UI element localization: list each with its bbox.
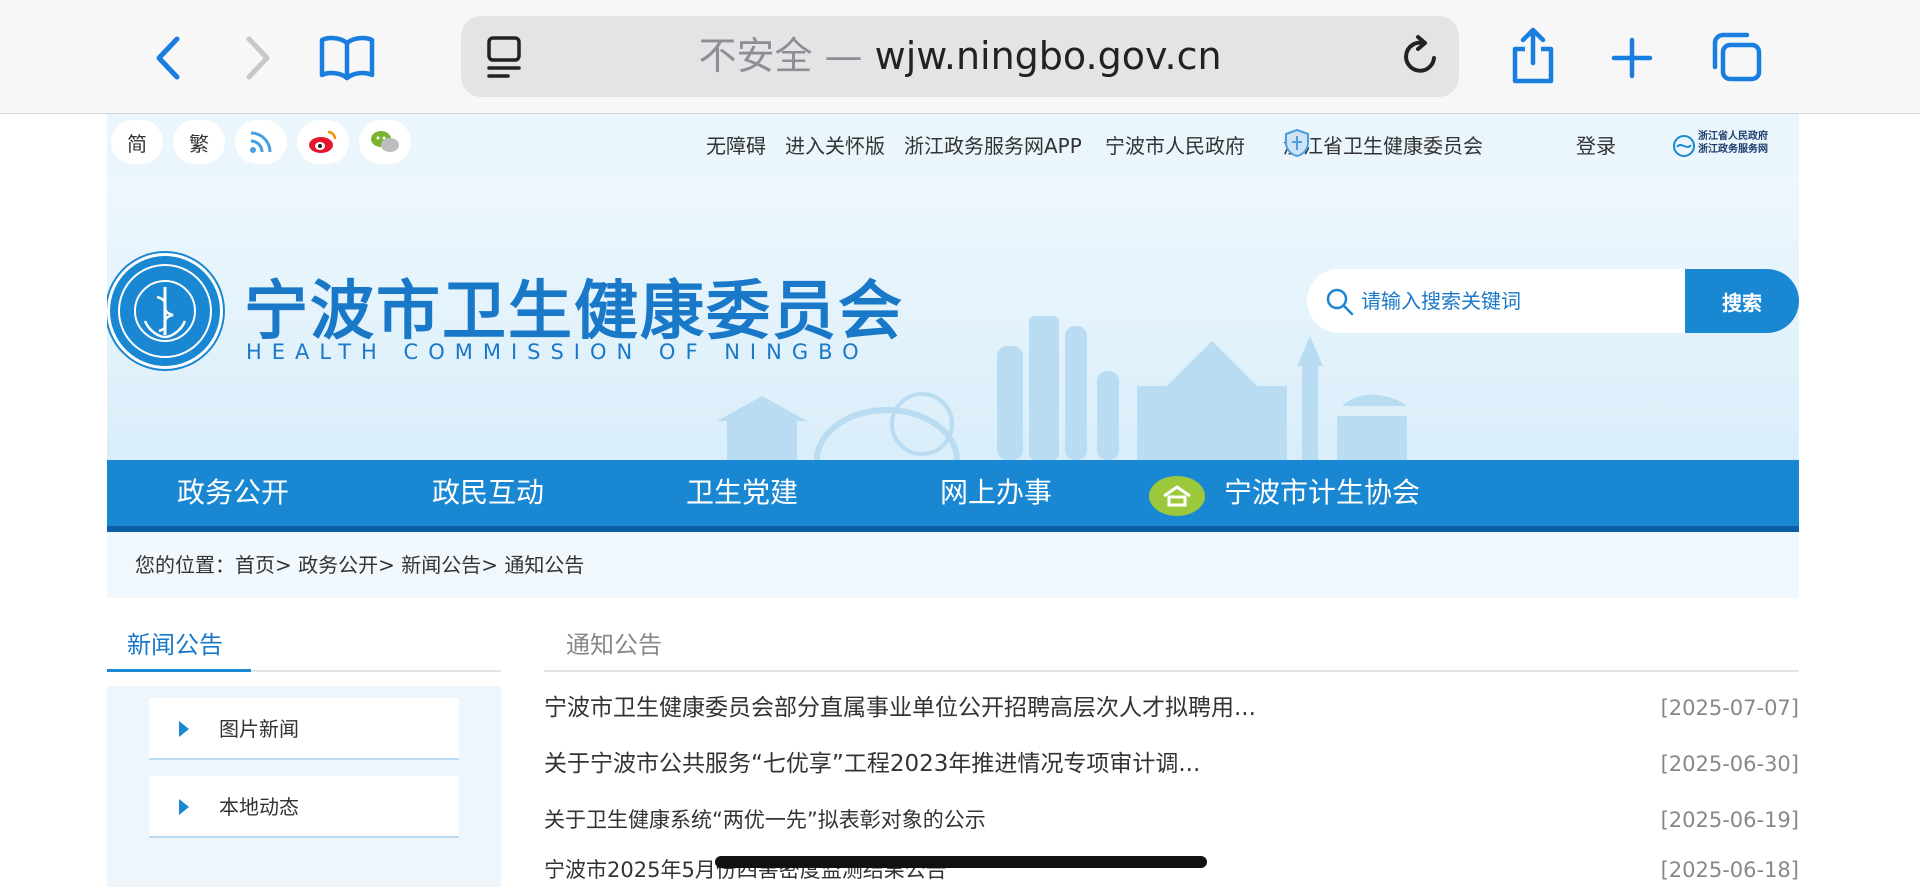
elder-care-mode-link[interactable]: 进入关怀版 bbox=[785, 130, 885, 159]
search-button[interactable]: 搜索 bbox=[1685, 269, 1799, 333]
tabs-overview-icon[interactable] bbox=[1708, 30, 1764, 84]
list-item-date: [2025-07-07] bbox=[1660, 696, 1799, 720]
simplified-chinese-button[interactable]: 简 bbox=[111, 120, 163, 164]
search-input[interactable] bbox=[1361, 281, 1671, 321]
sidebar-item-label: 本地动态 bbox=[219, 795, 299, 819]
health-commission-emblem-icon bbox=[107, 253, 223, 369]
list-item-date: [2025-06-18] bbox=[1660, 858, 1799, 882]
address-url: 不安全 — wjw.ningbo.gov.cn bbox=[461, 16, 1459, 97]
content-header: 通知公告 bbox=[544, 622, 1799, 672]
accessibility-link[interactable]: 无障碍 bbox=[706, 130, 766, 159]
list-item-title[interactable]: 宁波市卫生健康委员会部分直属事业单位公开招聘高层次人才拟聘用... bbox=[544, 688, 1256, 728]
search-box bbox=[1307, 269, 1685, 333]
list-item[interactable]: 关于宁波市公共服务“七优享”工程2023年推进情况专项审计调... [2025-… bbox=[544, 744, 1799, 784]
nav-item-family-planning-association[interactable]: 宁波市计生协会 bbox=[1224, 460, 1420, 526]
zj-gov-logo-line2: 浙江政务服务网 bbox=[1698, 144, 1768, 155]
site-title: 宁波市卫生健康委员会 bbox=[244, 275, 904, 349]
sidebar-item-local-news[interactable]: 本地动态 bbox=[149, 776, 459, 838]
nav-item-online-services[interactable]: 网上办事 bbox=[940, 460, 1052, 526]
nav-item-government-affairs[interactable]: 政务公开 bbox=[177, 460, 289, 526]
content-title: 通知公告 bbox=[566, 631, 662, 659]
rss-icon[interactable] bbox=[235, 120, 287, 164]
zj-health-commission-link[interactable]: 浙江省卫生健康委员会 bbox=[1283, 130, 1483, 159]
home-indicator[interactable] bbox=[715, 856, 1207, 868]
triangle-right-icon bbox=[179, 721, 189, 737]
zj-gov-service-logo[interactable]: 浙江省人民政府 浙江政务服务网 bbox=[1672, 130, 1772, 164]
bookmarks-icon[interactable] bbox=[318, 32, 376, 82]
nav-item-public-interaction[interactable]: 政民互动 bbox=[432, 460, 544, 526]
share-icon[interactable] bbox=[1508, 26, 1558, 86]
sidebar-menu: 图片新闻 本地动态 bbox=[107, 686, 501, 887]
list-item-title[interactable]: 关于宁波市公共服务“七优享”工程2023年推进情况专项审计调... bbox=[544, 744, 1200, 784]
wechat-icon[interactable] bbox=[359, 120, 411, 164]
main-nav: 政务公开 政民互动 卫生党建 网上办事 宁波市计生协会 bbox=[107, 460, 1799, 532]
traditional-chinese-button[interactable]: 繁 bbox=[173, 120, 225, 164]
sidebar-header: 新闻公告 bbox=[107, 622, 501, 672]
family-planning-association-icon bbox=[1149, 476, 1205, 516]
sidebar-item-photo-news[interactable]: 图片新闻 bbox=[149, 698, 459, 760]
reload-icon[interactable] bbox=[1399, 32, 1443, 80]
traditional-label: 繁 bbox=[189, 131, 209, 156]
top-utility-bar: 简 繁 无障碍 进入关怀版 浙江政务服务网APP 宁波市人民政府 浙江省卫生健康… bbox=[107, 114, 1799, 176]
sidebar-item-label: 图片新闻 bbox=[219, 717, 299, 741]
address-insecure-label: 不安全 — bbox=[698, 34, 863, 78]
header-banner: 宁波市卫生健康委员会 HEALTH COMMISSION OF NINGBO 搜… bbox=[107, 176, 1799, 460]
list-item[interactable]: 关于卫生健康系统“两优一先”拟表彰对象的公示 [2025-06-19] bbox=[544, 800, 1799, 840]
site-subtitle: HEALTH COMMISSION OF NINGBO bbox=[246, 340, 869, 364]
nav-item-party-building[interactable]: 卫生党建 bbox=[686, 460, 798, 526]
ningbo-gov-link[interactable]: 宁波市人民政府 bbox=[1105, 130, 1245, 159]
forward-icon[interactable] bbox=[238, 34, 278, 82]
triangle-right-icon bbox=[179, 799, 189, 815]
zj-service-app-link[interactable]: 浙江政务服务网APP bbox=[904, 130, 1082, 159]
browser-toolbar: 不安全 — wjw.ningbo.gov.cn bbox=[0, 0, 1920, 114]
list-item[interactable]: 宁波市卫生健康委员会部分直属事业单位公开招聘高层次人才拟聘用... [2025-… bbox=[544, 688, 1799, 728]
zj-health-emblem-icon bbox=[1282, 128, 1312, 158]
search-icon bbox=[1325, 287, 1355, 317]
zj-gov-logo-line1: 浙江省人民政府 bbox=[1698, 131, 1768, 142]
new-tab-icon[interactable] bbox=[1610, 36, 1654, 80]
list-item-title[interactable]: 关于卫生健康系统“两优一先”拟表彰对象的公示 bbox=[544, 800, 986, 840]
list-item-date: [2025-06-19] bbox=[1660, 808, 1799, 832]
sidebar-title-underline bbox=[107, 669, 251, 672]
list-item-date: [2025-06-30] bbox=[1660, 752, 1799, 776]
breadcrumb: 您的位置：首页> 政务公开> 新闻公告> 通知公告 bbox=[135, 553, 585, 577]
address-bar[interactable]: 不安全 — wjw.ningbo.gov.cn bbox=[461, 16, 1459, 97]
breadcrumb-bar: 您的位置：首页> 政务公开> 新闻公告> 通知公告 bbox=[107, 532, 1799, 598]
login-link[interactable]: 登录 bbox=[1576, 130, 1616, 159]
address-domain: wjw.ningbo.gov.cn bbox=[874, 34, 1222, 78]
simplified-label: 简 bbox=[127, 131, 147, 156]
website: 简 繁 无障碍 进入关怀版 浙江政务服务网APP 宁波市人民政府 浙江省卫生健康… bbox=[107, 114, 1799, 887]
weibo-icon[interactable] bbox=[297, 120, 349, 164]
sidebar-title[interactable]: 新闻公告 bbox=[127, 622, 223, 668]
back-icon[interactable] bbox=[148, 34, 188, 82]
